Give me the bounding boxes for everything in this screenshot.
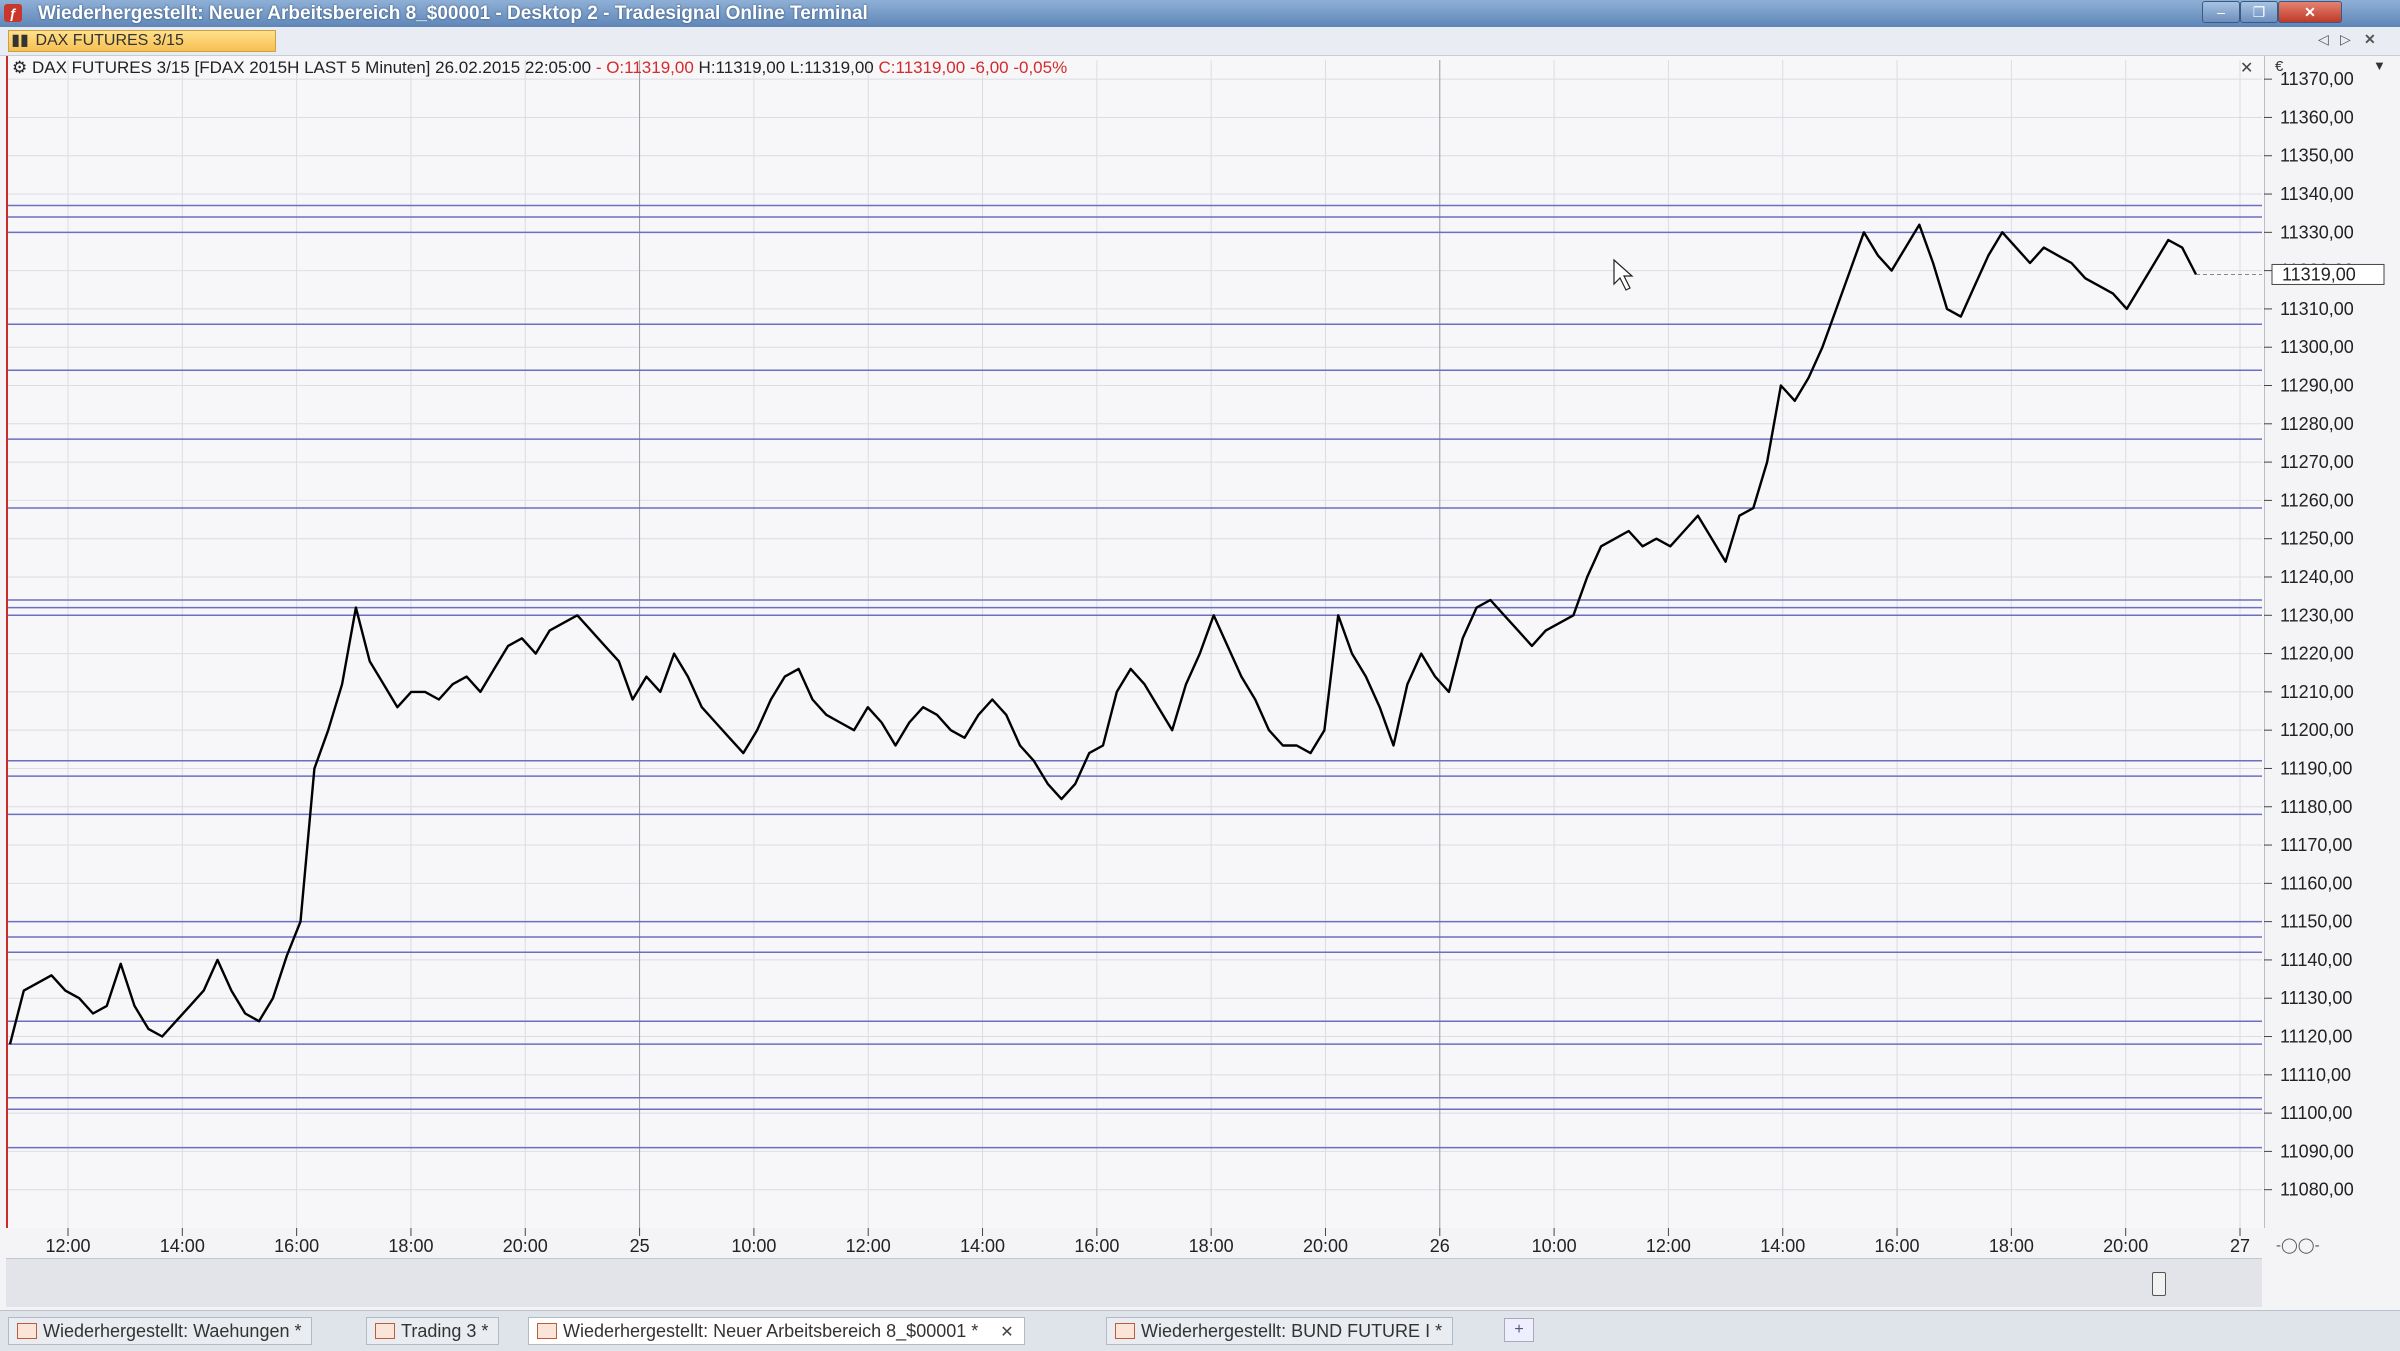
y-tick-label: 11290,00: [2280, 376, 2354, 396]
workspace-icon: [375, 1323, 395, 1339]
x-tick-label: 20:00: [2103, 1236, 2148, 1256]
workspace-icon: [17, 1323, 37, 1339]
x-tick-label: 18:00: [1189, 1236, 1234, 1256]
y-tick-label: 11210,00: [2280, 682, 2354, 702]
chart-symbol: DAX FUTURES 3/15 [FDAX 2015H LAST 5 Minu…: [31, 58, 592, 77]
gear-icon[interactable]: ⚙: [12, 58, 27, 77]
price-chart: 11080,00 11090,00 11100,00 11110,00 11120,00…: [8, 60, 2385, 1306]
y-tick-label: 11150,00: [2280, 912, 2352, 932]
x-tick-label: 12:00: [1646, 1236, 1691, 1256]
x-tick-label: 12:00: [45, 1236, 90, 1256]
y-tick-label: 11130,00: [2280, 988, 2352, 1008]
workspace-tab[interactable]: Trading 3 *: [366, 1317, 500, 1345]
x-tick-label: 10:00: [731, 1236, 776, 1256]
x-tick-label: 10:00: [1532, 1236, 1577, 1256]
chart-high: H:11319,00: [698, 58, 786, 77]
y-tick-label: 11340,00: [2280, 184, 2354, 204]
chart-close-value: C:11319,00 -6,00 -0,05%: [878, 58, 1068, 77]
workspace-tab[interactable]: Wiederhergestellt: Waehungen *: [8, 1317, 313, 1345]
close-tab-icon[interactable]: ✕: [1000, 1324, 1013, 1341]
x-tick-label: 14:00: [1760, 1236, 1805, 1256]
x-tick-label: 20:00: [1303, 1236, 1348, 1256]
chart-low: L:11319,00: [789, 58, 874, 77]
y-tick-label: 11180,00: [2280, 797, 2352, 817]
chart-open: - O:11319,00: [595, 58, 694, 77]
x-tick-label: 16:00: [274, 1236, 319, 1256]
workspace-tab-label: Trading 3 *: [401, 1321, 489, 1341]
y-tick-label: 11160,00: [2280, 873, 2352, 893]
timeline-navigator[interactable]: [6, 1258, 2262, 1307]
y-tick-label: 11310,00: [2280, 299, 2354, 319]
y-tick-label: 11110,00: [2280, 1065, 2351, 1085]
x-tick-label: 26: [1430, 1236, 1450, 1256]
x-tick-label: 16:00: [1875, 1236, 1920, 1256]
y-tick-label: 11300,00: [2280, 337, 2354, 357]
x-tick-label: 20:00: [503, 1236, 548, 1256]
x-tick-label: 18:00: [388, 1236, 433, 1256]
y-tick-label: 11080,00: [2280, 1180, 2354, 1200]
x-tick-label: 18:00: [1989, 1236, 2034, 1256]
workspace-icon: [1115, 1323, 1135, 1339]
y-tick-label: 11230,00: [2280, 605, 2354, 625]
workspace-tab-label: Wiederhergestellt: Neuer Arbeitsbereich …: [563, 1321, 979, 1341]
y-tick-label: 11350,00: [2280, 146, 2354, 166]
last-price-label: 11319,00: [2282, 264, 2356, 284]
y-tick-label: 11190,00: [2280, 758, 2352, 778]
y-tick-label: 11120,00: [2280, 1027, 2352, 1047]
chart-panel-close-icon[interactable]: ✕: [2240, 58, 2253, 78]
y-tick-label: 11170,00: [2280, 835, 2352, 855]
x-tick-label: 12:00: [846, 1236, 891, 1256]
workspace-tab-active[interactable]: Wiederhergestellt: Neuer Arbeitsbereich …: [528, 1317, 1025, 1345]
chart-info-line: ⚙ DAX FUTURES 3/15 [FDAX 2015H LAST 5 Mi…: [12, 58, 1067, 78]
y-tick-label: 11360,00: [2280, 107, 2354, 127]
y-tick-label: 11280,00: [2280, 414, 2354, 434]
y-tick-label: 11270,00: [2280, 452, 2354, 472]
y-tick-label: 11250,00: [2280, 529, 2354, 549]
workspace-icon: [537, 1323, 557, 1339]
zoom-controls-icon[interactable]: -◯◯-: [2276, 1236, 2320, 1254]
navigator-handle[interactable]: [2152, 1272, 2166, 1296]
y-tick-label: 11220,00: [2280, 644, 2354, 664]
workspace-tab-label: Wiederhergestellt: BUND FUTURE I *: [1141, 1321, 1443, 1341]
mouse-cursor-icon: [1613, 258, 1634, 291]
workspace-tab-label: Wiederhergestellt: Waehungen *: [43, 1321, 302, 1341]
y-tick-label: 11330,00: [2280, 222, 2354, 242]
y-tick-label: 11260,00: [2280, 490, 2354, 510]
workspace-tabs: Wiederhergestellt: Waehungen * Trading 3…: [0, 1310, 2400, 1351]
y-tick-label: 11200,00: [2280, 720, 2354, 740]
x-tick-label: 27: [2230, 1236, 2250, 1256]
new-tab-button[interactable]: +: [1504, 1318, 1534, 1342]
x-tick-label: 25: [630, 1236, 650, 1256]
x-tick-label: 14:00: [960, 1236, 1005, 1256]
workspace-tab[interactable]: Wiederhergestellt: BUND FUTURE I *: [1106, 1317, 1454, 1345]
y-tick-label: 11370,00: [2280, 69, 2354, 89]
x-tick-label: 14:00: [160, 1236, 205, 1256]
y-tick-label: 11140,00: [2280, 950, 2352, 970]
y-tick-label: 11240,00: [2280, 567, 2354, 587]
y-tick-label: 11100,00: [2280, 1103, 2352, 1123]
y-tick-label: 11090,00: [2280, 1141, 2354, 1161]
x-tick-label: 16:00: [1074, 1236, 1119, 1256]
